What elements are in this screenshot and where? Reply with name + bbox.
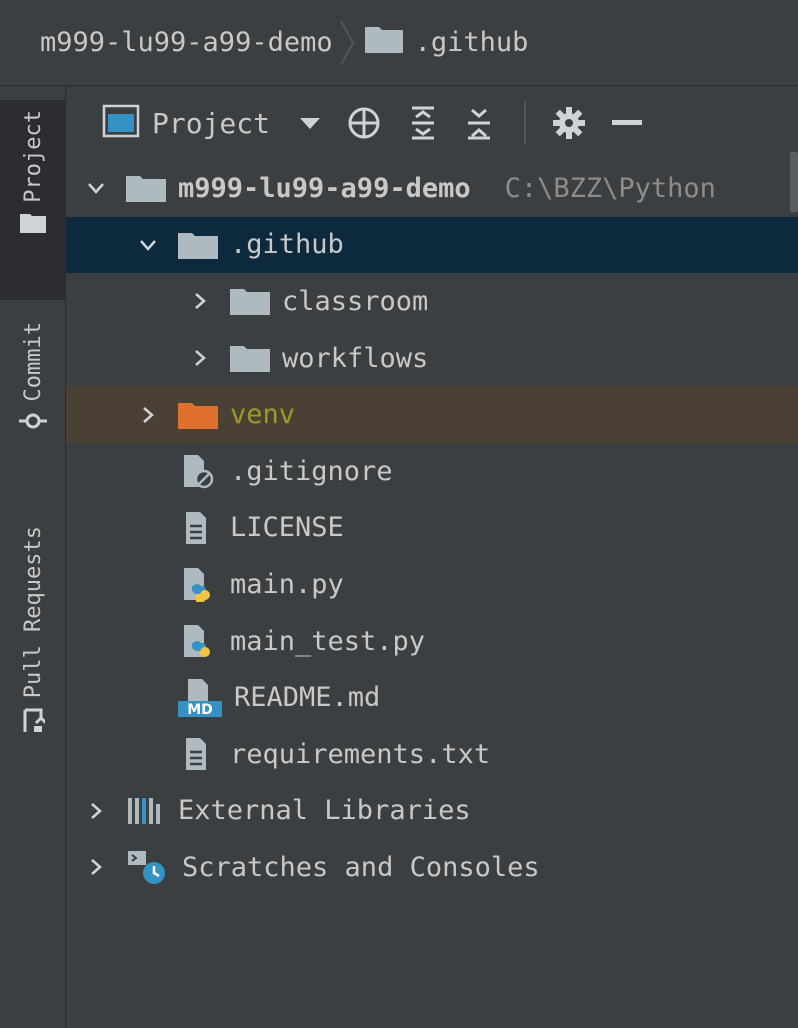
view-dropdown-button[interactable] xyxy=(300,116,321,130)
root-folder-name: m999-lu99-a99-demo xyxy=(178,172,471,204)
tree-row-external-libraries[interactable]: External Libraries xyxy=(66,783,798,840)
folder-icon xyxy=(230,287,270,316)
markdown-file-icon: MD xyxy=(178,678,222,717)
python-file-icon xyxy=(178,623,218,659)
tree-row-scratches[interactable]: Scratches and Consoles xyxy=(66,839,798,896)
folder-icon xyxy=(364,25,403,60)
text-file-icon xyxy=(178,736,218,772)
project-view-icon xyxy=(102,104,140,142)
github-folder-name: .github xyxy=(230,229,344,261)
collapse-all-button[interactable] xyxy=(464,105,494,141)
folder-icon xyxy=(178,231,218,259)
chevron-down-icon[interactable] xyxy=(84,176,108,200)
tree-row-workflows[interactable]: workflows xyxy=(66,330,798,387)
project-tool-tab[interactable]: Project xyxy=(0,100,66,300)
scratches-name: Scratches and Consoles xyxy=(182,851,540,883)
hide-button[interactable] xyxy=(612,120,643,126)
main-py-file-name: main.py xyxy=(230,568,344,600)
tree-row-readme[interactable]: MD README.md xyxy=(66,669,798,726)
chevron-down-icon xyxy=(300,118,321,129)
pull-request-icon xyxy=(21,708,48,738)
tree-row-venv[interactable]: venv xyxy=(66,386,798,443)
settings-button[interactable] xyxy=(552,106,586,140)
tree-row-main-py[interactable]: main.py xyxy=(66,556,798,613)
navigation-bar: m999-lu99-a99-demo .github xyxy=(0,0,798,86)
tool-window-strip: Project Commit Pull Requests xyxy=(0,86,66,1028)
tree-row-requirements[interactable]: requirements.txt xyxy=(66,726,798,783)
breadcrumb-project[interactable]: m999-lu99-a99-demo xyxy=(40,27,333,58)
license-file-name: LICENSE xyxy=(230,512,344,544)
crosshair-icon xyxy=(348,107,380,139)
gear-icon xyxy=(553,107,586,139)
text-file-icon xyxy=(178,510,218,546)
commit-icon xyxy=(19,411,47,435)
toolbar-divider xyxy=(524,101,527,145)
chevron-right-icon[interactable] xyxy=(136,403,160,427)
breadcrumb-github[interactable]: .github xyxy=(415,27,529,58)
breadcrumb-separator-icon xyxy=(339,20,354,65)
pull-requests-tool-tab[interactable]: Pull Requests xyxy=(0,526,66,786)
commit-tab-label: Commit xyxy=(20,322,46,402)
scratches-clock-icon xyxy=(126,849,170,885)
tree-row-github[interactable]: .github xyxy=(66,216,798,274)
main-test-py-file-name: main_test.py xyxy=(230,625,426,657)
minimize-icon xyxy=(612,120,643,125)
requirements-file-name: requirements.txt xyxy=(230,738,491,770)
tree-row-license[interactable]: LICENSE xyxy=(66,500,798,557)
chevron-right-icon[interactable] xyxy=(188,346,212,370)
workflows-folder-name: workflows xyxy=(282,342,429,374)
library-icon xyxy=(126,796,166,826)
gitignore-file-name: .gitignore xyxy=(230,455,393,487)
chevron-right-icon[interactable] xyxy=(188,289,212,313)
md-badge-label: MD xyxy=(187,702,213,717)
external-libraries-name: External Libraries xyxy=(178,795,471,827)
python-file-icon xyxy=(178,566,218,603)
tree-row-gitignore[interactable]: .gitignore xyxy=(66,443,798,500)
collapse-all-icon xyxy=(468,108,491,140)
tree-row-root[interactable]: m999-lu99-a99-demo C:\BZZ\Python xyxy=(66,160,798,217)
expand-all-icon xyxy=(412,106,435,140)
chevron-right-icon[interactable] xyxy=(84,799,108,823)
project-tab-label: Project xyxy=(20,110,46,203)
expand-all-button[interactable] xyxy=(408,105,438,141)
folder-icon xyxy=(20,213,46,237)
pull-requests-tab-label: Pull Requests xyxy=(20,526,46,699)
venv-folder-name: venv xyxy=(230,399,296,431)
chevron-right-icon[interactable] xyxy=(84,855,108,879)
tree-row-classroom[interactable]: classroom xyxy=(66,273,798,330)
chevron-down-icon[interactable] xyxy=(136,233,160,257)
folder-icon xyxy=(126,174,166,203)
classroom-folder-name: classroom xyxy=(282,285,429,317)
project-toolbar: Project xyxy=(66,86,798,160)
ignored-file-icon xyxy=(178,453,218,489)
project-tree: m999-lu99-a99-demo C:\BZZ\Python .github… xyxy=(66,160,798,896)
tree-row-main-test-py[interactable]: main_test.py xyxy=(66,613,798,670)
readme-file-name: README.md xyxy=(234,682,381,714)
folder-icon xyxy=(230,344,270,373)
root-folder-path: C:\BZZ\Python xyxy=(504,172,716,204)
select-opened-file-button[interactable] xyxy=(346,105,382,141)
excluded-folder-icon xyxy=(178,401,218,429)
project-view-title[interactable]: Project xyxy=(152,107,270,140)
commit-tool-tab[interactable]: Commit xyxy=(0,322,66,472)
